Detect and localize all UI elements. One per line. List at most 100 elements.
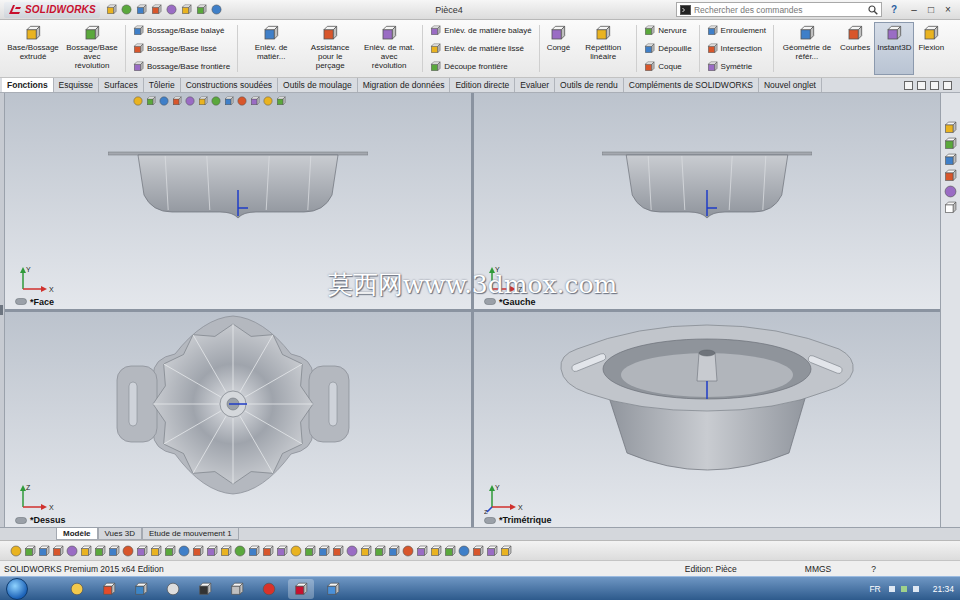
ribbon-stack: Bossage/Base balayé Bossage/Base lissé Bos… xyxy=(130,22,233,75)
ribbon-item[interactable]: Coque xyxy=(644,61,691,72)
ribbon-button[interactable]: Enlèv. de matièr... xyxy=(242,22,300,75)
window-control-button[interactable]: – xyxy=(906,3,922,17)
quick-access-icon xyxy=(166,4,177,15)
ribbon-item[interactable]: Bossage/Base frontière xyxy=(133,61,230,72)
ribbon-item[interactable]: Découpe frontière xyxy=(430,61,531,72)
command-tab[interactable]: Compléments de SOLIDWORKS xyxy=(624,78,759,92)
command-tab[interactable]: Nouvel onglet xyxy=(759,78,822,92)
window-control-button[interactable]: □ xyxy=(923,3,939,17)
model-area xyxy=(5,109,471,263)
tool-icon xyxy=(304,545,316,557)
tool-icon xyxy=(122,545,134,557)
ribbon-button[interactable]: Base/Bossage extrudé xyxy=(4,22,62,75)
feature-icon xyxy=(847,25,863,41)
feature-icon xyxy=(430,43,441,54)
view-tool-icon xyxy=(172,96,182,106)
ribbon-item[interactable]: Intersection xyxy=(707,43,766,54)
title-bar: SOLIDWORKSPièce4Rechercher des commandes… xyxy=(0,0,960,20)
taskbar-app[interactable] xyxy=(64,579,90,599)
command-tab[interactable]: Fonctions xyxy=(2,78,54,92)
viewport[interactable]: YZ*Gauche xyxy=(474,93,940,309)
input-language[interactable]: FR xyxy=(869,584,880,594)
status-help[interactable]: ? xyxy=(871,564,876,574)
command-tab[interactable]: Surfaces xyxy=(99,78,144,92)
command-tab[interactable]: Outils de rendu xyxy=(555,78,624,92)
ribbon-item[interactable]: Bossage/Base lissé xyxy=(133,43,230,54)
ribbon-item[interactable]: Dépouille xyxy=(644,43,691,54)
3ds-logo-icon xyxy=(8,4,22,16)
ribbon-button-label: Base/Bossage extrudé xyxy=(7,43,59,61)
status-units[interactable]: MMGS xyxy=(805,564,831,574)
model-tab[interactable]: Modèle xyxy=(56,528,98,540)
panel-toggle-icon[interactable] xyxy=(904,81,913,90)
command-tab[interactable]: Migration de données xyxy=(358,78,451,92)
command-tab[interactable]: Constructions soudées xyxy=(181,78,278,92)
ribbon-separator xyxy=(636,25,637,72)
viewport[interactable]: YX*Face xyxy=(5,93,471,309)
taskbar-app[interactable] xyxy=(96,579,122,599)
taskbar-app[interactable] xyxy=(192,579,218,599)
command-tab[interactable]: Tôlerie xyxy=(144,78,181,92)
start-button[interactable] xyxy=(6,578,28,600)
panel-toggle-icon[interactable] xyxy=(930,81,939,90)
command-tab[interactable]: Outils de moulage xyxy=(278,78,358,92)
ribbon-button[interactable]: Congé xyxy=(544,22,574,75)
axis-label: Z xyxy=(518,286,523,293)
ribbon-button[interactable]: Instant3D xyxy=(874,22,914,75)
taskbar-app[interactable] xyxy=(224,579,250,599)
taskbar-app[interactable] xyxy=(288,579,314,599)
command-tab[interactable]: Evaluer xyxy=(515,78,555,92)
ribbon-button[interactable]: Flexion xyxy=(915,22,947,75)
quick-access-icon xyxy=(181,4,192,15)
axis-triad-icon: YXZ xyxy=(484,481,528,515)
ribbon-button-label: Flexion xyxy=(918,43,944,52)
tool-icon xyxy=(262,545,274,557)
axis-label: Z xyxy=(484,509,488,515)
help-button[interactable]: ? xyxy=(888,4,900,15)
taskbar-app[interactable] xyxy=(160,579,186,599)
ribbon-separator xyxy=(539,25,540,72)
app-icon xyxy=(102,582,116,596)
ribbon-button[interactable]: Géométrie de référ... xyxy=(778,22,836,75)
command-tab[interactable]: Edition directe xyxy=(450,78,515,92)
task-pane-icon xyxy=(944,169,957,182)
tool-icon xyxy=(500,545,512,557)
app-logo[interactable]: SOLIDWORKS xyxy=(4,2,100,18)
command-tab[interactable]: Esquisse xyxy=(54,78,100,92)
viewport-footer: YX*Face xyxy=(5,263,471,309)
feature-icon xyxy=(595,25,611,41)
panel-toggle-icon[interactable] xyxy=(943,81,952,90)
tool-icon xyxy=(374,545,386,557)
ribbon-item[interactable]: Symétrie xyxy=(707,61,766,72)
heads-up-toolbar xyxy=(474,93,940,109)
tool-icon xyxy=(234,545,246,557)
ribbon-item-label: Bossage/Base balayé xyxy=(147,26,224,35)
panel-toggle-icon[interactable] xyxy=(917,81,926,90)
tool-icon xyxy=(472,545,484,557)
taskbar-app[interactable] xyxy=(320,579,346,599)
ribbon-button[interactable]: Courbes xyxy=(837,22,873,75)
ribbon-item[interactable]: Nervure xyxy=(644,25,691,36)
viewport[interactable]: ZX*Dessus xyxy=(5,312,471,528)
view-tool-icon xyxy=(133,96,143,106)
tool-icon xyxy=(38,545,50,557)
ribbon-button[interactable]: Bossage/Base avec révolution xyxy=(63,22,121,75)
clock[interactable]: 21:34 xyxy=(933,584,954,594)
command-search[interactable]: Rechercher des commandes xyxy=(676,2,882,17)
view-tool-icon xyxy=(185,96,195,106)
ribbon-button[interactable]: Répétition linéaire xyxy=(574,22,632,75)
taskbar-app[interactable] xyxy=(256,579,282,599)
ribbon-item[interactable]: Bossage/Base balayé xyxy=(133,25,230,36)
cake-mold-top xyxy=(113,312,363,503)
ribbon-item[interactable]: Enlèv. de matière balayé xyxy=(430,25,531,36)
taskbar-app[interactable] xyxy=(128,579,154,599)
model-tab[interactable]: Etude de mouvement 1 xyxy=(142,528,239,540)
ribbon-item[interactable]: Enroulement xyxy=(707,25,766,36)
ribbon-button[interactable]: Enlèv. de mat. avec révolution xyxy=(360,22,418,75)
window-control-button[interactable]: × xyxy=(940,3,956,17)
viewport[interactable]: YXZ*Trimétrique xyxy=(474,312,940,528)
ribbon-item[interactable]: Enlèv. de matière lissé xyxy=(430,43,531,54)
tool-icon xyxy=(346,545,358,557)
ribbon-button[interactable]: Assistance pour le perçage xyxy=(301,22,359,75)
model-tab[interactable]: Vues 3D xyxy=(98,528,142,540)
